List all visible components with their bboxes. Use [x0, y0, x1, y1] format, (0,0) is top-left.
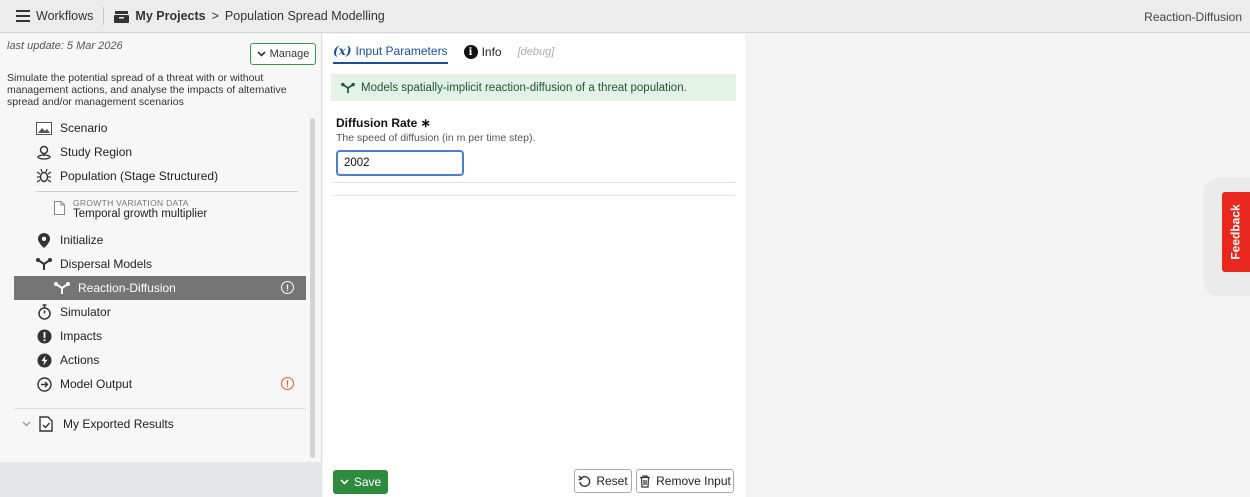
document-icon: [54, 201, 65, 215]
branch-icon: [54, 280, 70, 296]
breadcrumb-projects-link[interactable]: My Projects: [135, 9, 205, 23]
last-update-text: last update: 5 Mar 2026: [7, 40, 123, 52]
sidebar-item-label: Study Region: [60, 145, 133, 159]
sidebar-item-reaction-diffusion[interactable]: Reaction-Diffusion !: [14, 276, 306, 300]
sidebar-item-label: Initialize: [60, 233, 104, 247]
warning-icon: !: [281, 377, 294, 390]
sidebar-item-model-output[interactable]: Model Output !: [14, 372, 306, 396]
exported-results-toggle[interactable]: My Exported Results: [14, 408, 306, 438]
manage-label: Manage: [269, 48, 310, 60]
sidebar-item-study-region[interactable]: Study Region: [14, 140, 306, 164]
diffusion-rate-input[interactable]: [336, 150, 464, 176]
reset-button[interactable]: Reset: [574, 469, 632, 493]
exported-results-label: My Exported Results: [63, 416, 174, 431]
tab-debug[interactable]: [debug]: [518, 46, 555, 62]
top-bar: Workflows My Projects > Population Sprea…: [0, 0, 1250, 33]
sidebar-item-label: Simulator: [60, 305, 111, 319]
sidebar-item-label: Model Output: [60, 377, 133, 391]
growth-variation-item[interactable]: GROWTH VARIATION DATA Temporal growth mu…: [54, 198, 207, 220]
workflows-label: Workflows: [36, 9, 94, 23]
projects-icon: [114, 10, 130, 23]
feedback-label: Feedback: [1229, 204, 1244, 260]
sidebar-item-label: Actions: [60, 353, 100, 367]
sidebar-item-label: Reaction-Diffusion: [78, 281, 176, 295]
sidebar-item-initialize[interactable]: Initialize: [14, 228, 306, 252]
model-description-banner: Models spatially-implicit reaction-diffu…: [331, 74, 736, 101]
bolt-icon: [36, 352, 52, 368]
bug-icon: [36, 168, 52, 184]
diffusion-rate-help: The speed of diffusion (in m per time st…: [336, 132, 536, 144]
main-panel: (x) Input Parameters i Info [debug] Mode…: [323, 34, 745, 497]
tab-label: Info: [481, 45, 502, 59]
chevron-down-icon: [22, 421, 31, 426]
sidebar-item-label: Population (Stage Structured): [60, 169, 219, 183]
remove-label: Remove Input: [656, 474, 731, 488]
manage-button[interactable]: Manage: [250, 43, 316, 65]
breadcrumb: My Projects > Population Spread Modellin…: [114, 9, 385, 23]
branch-icon: [36, 256, 52, 272]
location-marker-icon: [36, 232, 52, 248]
sidebar-item-scenario[interactable]: Scenario: [14, 116, 306, 140]
banner-text: Models spatially-implicit reaction-diffu…: [361, 81, 687, 94]
chevron-down-icon: [257, 51, 266, 57]
sidebar-item-impacts[interactable]: Impacts: [14, 324, 306, 348]
info-icon: i: [463, 45, 478, 59]
breadcrumb-separator: >: [211, 9, 219, 23]
image-icon: [36, 120, 52, 136]
diffusion-rate-label: Diffusion Rate ∗: [336, 116, 431, 130]
reset-label: Reset: [596, 474, 628, 488]
map-pin-icon: [36, 144, 52, 160]
arrow-circle-icon: [36, 376, 52, 392]
growth-variation-caption: GROWTH VARIATION DATA: [73, 198, 189, 208]
exported-document-icon: [39, 415, 53, 432]
exclamation-icon: [36, 328, 52, 344]
growth-variation-title: Temporal growth multiplier: [73, 208, 208, 220]
alert-icon: !: [281, 281, 294, 294]
sidebar-scrollbar[interactable]: [310, 118, 315, 458]
sidebar-item-label: Scenario: [60, 121, 108, 135]
branch-icon: [341, 82, 355, 93]
divider: [333, 182, 735, 183]
sidebar-item-label: Impacts: [60, 329, 103, 343]
group-divider: [36, 191, 298, 192]
sidebar-item-actions[interactable]: Actions: [14, 348, 306, 372]
trash-icon: [640, 474, 651, 488]
tab-input-parameters[interactable]: (x) Input Parameters: [333, 44, 448, 64]
top-bar-left: Workflows My Projects > Population Sprea…: [0, 0, 385, 32]
undo-icon: [578, 475, 591, 487]
tab-info[interactable]: i Info: [463, 45, 502, 63]
divider: [333, 195, 735, 196]
top-bar-divider: [103, 7, 105, 25]
check-icon: [340, 479, 349, 485]
workflow-description: Simulate the potential spread of a threa…: [7, 72, 287, 108]
sidebar-item-dispersal-models[interactable]: Dispersal Models: [14, 252, 306, 276]
current-step-label: Reaction-Diffusion: [1144, 9, 1242, 24]
results-area: [746, 34, 1250, 497]
stopwatch-icon: [36, 304, 52, 320]
feedback-button[interactable]: Feedback: [1222, 192, 1250, 272]
hamburger-icon: [16, 10, 30, 22]
sidebar-item-population[interactable]: Population (Stage Structured): [14, 164, 306, 188]
save-label: Save: [353, 475, 382, 489]
panel-tabs: (x) Input Parameters i Info [debug]: [333, 44, 554, 64]
sidebar-item-label: Dispersal Models: [60, 257, 153, 271]
sidebar-item-simulator[interactable]: Simulator: [14, 300, 306, 324]
remove-input-button[interactable]: Remove Input: [636, 469, 734, 493]
variable-icon: (x): [333, 44, 352, 58]
sidebar: last update: 5 Mar 2026 Manage Simulate …: [0, 34, 322, 497]
tab-label: Input Parameters: [355, 44, 448, 58]
save-button[interactable]: Save: [333, 470, 388, 494]
sidebar-footer: [0, 462, 322, 497]
breadcrumb-current: Population Spread Modelling: [224, 9, 385, 23]
workflows-menu-button[interactable]: Workflows: [16, 9, 93, 23]
